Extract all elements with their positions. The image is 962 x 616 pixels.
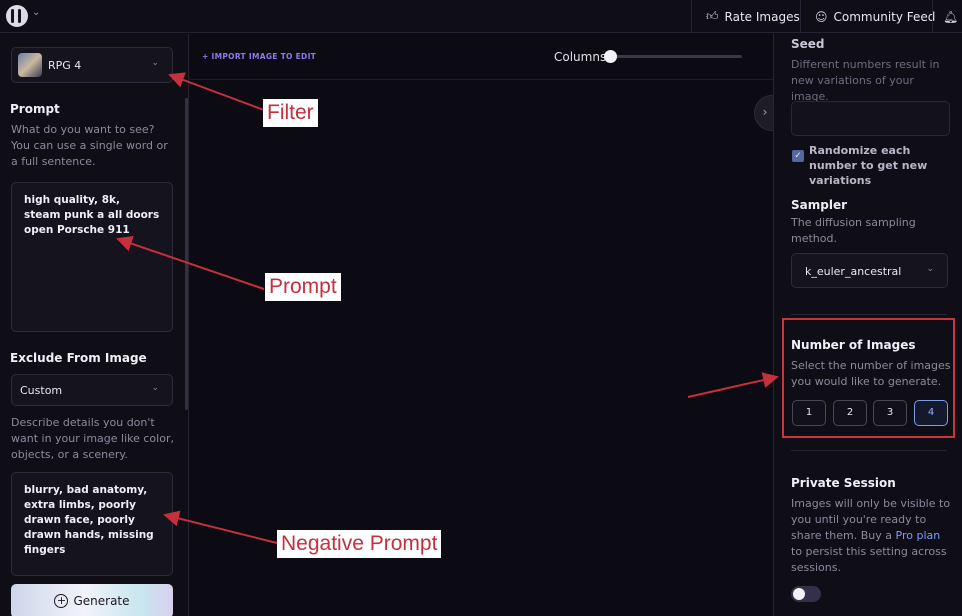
num-images-option-2[interactable]: 2 bbox=[833, 400, 867, 426]
private-session-help: Images will only be visible to you until… bbox=[791, 496, 953, 576]
columns-label: Columns bbox=[554, 50, 607, 64]
num-images-label: Number of Images bbox=[791, 338, 916, 352]
right-panel: Seed Different numbers result in new var… bbox=[773, 34, 962, 616]
chevron-down-icon: ⌄ bbox=[151, 383, 159, 393]
sampler-select[interactable]: k_euler_ancestral ⌄ bbox=[791, 253, 948, 288]
num-images-option-1[interactable]: 1 bbox=[792, 400, 826, 426]
thumbs-up-icon: 👍︎ bbox=[706, 9, 719, 23]
randomize-checkbox[interactable]: ✓ bbox=[792, 150, 804, 162]
rate-images-label: Rate Images bbox=[724, 9, 800, 24]
columns-slider-handle[interactable] bbox=[604, 50, 617, 63]
chevron-right-icon: › bbox=[762, 105, 768, 119]
private-help-text-2: to persist this setting across sessions. bbox=[791, 545, 947, 574]
divider bbox=[791, 450, 947, 451]
rate-images-button[interactable]: 👍︎ Rate Images bbox=[691, 0, 814, 33]
negative-prompt-callout: Negative Prompt bbox=[277, 530, 442, 558]
users-icon: ☺ bbox=[815, 9, 828, 24]
exclude-help: Describe details you don't want in your … bbox=[11, 416, 174, 461]
negative-prompt-value: blurry, bad anatomy, extra limbs, poorly… bbox=[24, 484, 154, 556]
num-images-option-4[interactable]: 4 bbox=[914, 400, 948, 426]
pro-plan-link[interactable]: Pro plan bbox=[896, 529, 941, 542]
seed-label: Seed bbox=[791, 37, 825, 51]
prompt-textarea[interactable]: high quality, 8k, steam punk a all doors… bbox=[11, 182, 173, 332]
prompt-label: Prompt bbox=[10, 102, 60, 116]
seed-help: Different numbers result in new variatio… bbox=[791, 58, 940, 103]
chevron-down-icon: ⌄ bbox=[926, 264, 934, 274]
num-images-option-3[interactable]: 3 bbox=[873, 400, 907, 426]
divider bbox=[791, 314, 947, 315]
negative-prompt-textarea[interactable]: blurry, bad anatomy, extra limbs, poorly… bbox=[11, 472, 173, 576]
top-bar: ⌄ 👍︎ Rate Images ☺ Community Feed 🔔︎ bbox=[0, 0, 962, 33]
app-logo-icon[interactable] bbox=[6, 5, 28, 27]
exclude-preset-select[interactable]: Custom ⌄ bbox=[11, 374, 173, 406]
bell-icon: 🔔︎ bbox=[943, 9, 959, 24]
left-scrollbar[interactable] bbox=[185, 98, 188, 410]
randomize-label: Randomize each number to get new variati… bbox=[809, 144, 928, 187]
plus-circle-icon: + bbox=[54, 594, 69, 608]
sampler-label: Sampler bbox=[791, 198, 848, 212]
generate-label: Generate bbox=[73, 594, 130, 608]
community-feed-label: Community Feed bbox=[833, 9, 936, 24]
notifications-button[interactable]: 🔔︎ bbox=[932, 0, 962, 33]
model-filter-select[interactable]: RPG 4 ⌄ bbox=[11, 47, 173, 83]
sampler-help: The diffusion sampling method. bbox=[791, 216, 916, 245]
sampler-value: k_euler_ancestral bbox=[805, 265, 902, 278]
num-images-help: Select the number of images you would li… bbox=[791, 359, 951, 388]
columns-slider-track[interactable] bbox=[610, 55, 742, 58]
left-panel: RPG 4 ⌄ Prompt What do you want to see? … bbox=[0, 34, 189, 616]
private-session-toggle[interactable] bbox=[791, 586, 821, 602]
model-name: RPG 4 bbox=[48, 59, 82, 72]
model-thumbnail bbox=[18, 53, 42, 77]
exclude-preset-value: Custom bbox=[20, 384, 63, 397]
prompt-help: What do you want to see? You can use a s… bbox=[11, 123, 168, 168]
private-session-label: Private Session bbox=[791, 476, 896, 490]
chevron-down-icon[interactable]: ⌄ bbox=[32, 7, 40, 18]
prompt-value: high quality, 8k, steam punk a all doors… bbox=[24, 194, 160, 236]
community-feed-button[interactable]: ☺ Community Feed bbox=[800, 0, 949, 33]
seed-input[interactable] bbox=[791, 101, 950, 136]
filter-callout: Filter bbox=[263, 99, 318, 127]
import-image-link[interactable]: + IMPORT IMAGE TO EDIT bbox=[202, 52, 316, 61]
canvas-toolbar: + IMPORT IMAGE TO EDIT Columns bbox=[190, 34, 773, 80]
exclude-label: Exclude From Image bbox=[10, 351, 147, 365]
chevron-down-icon: ⌄ bbox=[151, 58, 159, 68]
prompt-callout: Prompt bbox=[265, 273, 341, 301]
generate-button[interactable]: + Generate bbox=[11, 584, 173, 616]
